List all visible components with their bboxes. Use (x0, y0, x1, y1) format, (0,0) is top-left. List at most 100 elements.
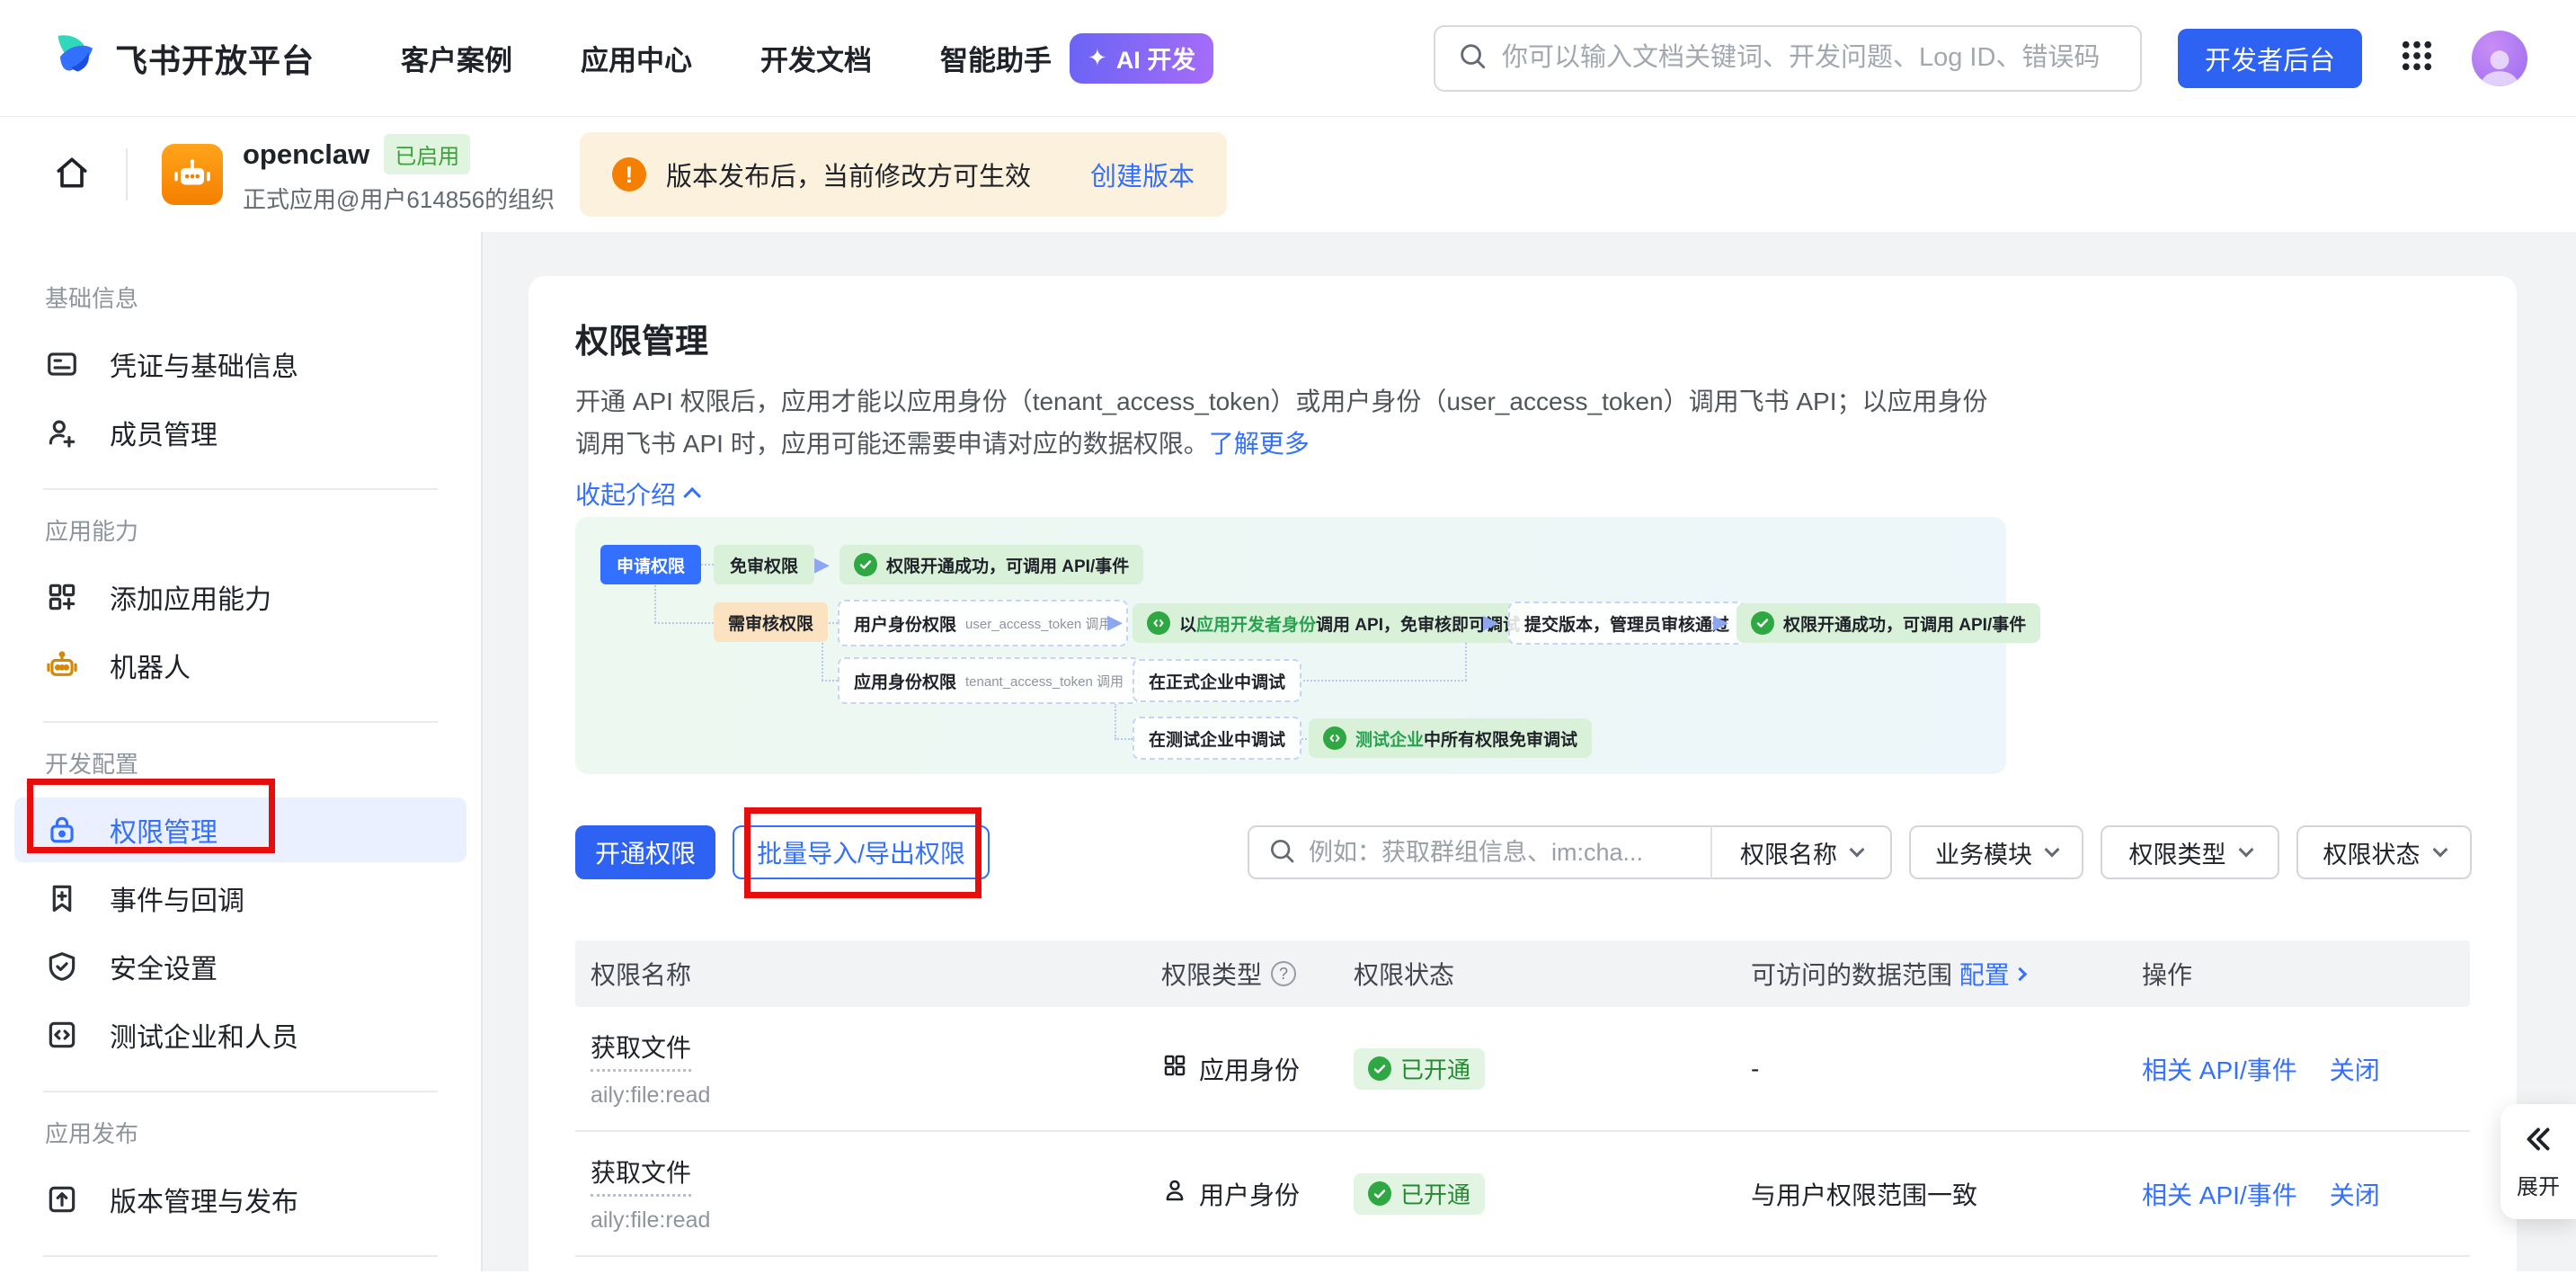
close-permission-link[interactable]: 关闭 (2330, 1051, 2380, 1087)
arrow-right-icon: ▶ (814, 555, 830, 575)
version-banner: ! 版本发布后，当前修改方可生效 创建版本 (580, 132, 1227, 217)
sidebar-item-label: 添加应用能力 (110, 577, 271, 617)
shield-check-icon (45, 949, 79, 984)
desc-line2: 调用飞书 API 时，应用可能还需要申请对应的数据权限。 (575, 430, 1209, 458)
filter-name-dropdown[interactable]: 权限名称 (1712, 835, 1890, 870)
check-circle-icon (1368, 1056, 1391, 1081)
sidebar-item-events[interactable]: 事件与回调 (14, 866, 466, 931)
chevron-down-icon (2045, 842, 2060, 858)
permission-name[interactable]: 获取文件 (591, 1029, 691, 1072)
filter-status-dropdown[interactable]: 权限状态 (2296, 825, 2472, 879)
col-data-scope: 可访问的数据范围 配置 (1751, 956, 2142, 992)
learn-more-link[interactable]: 了解更多 (1209, 430, 1310, 458)
permission-type-cell: 用户身份 (1161, 1176, 1354, 1212)
flow-apply-node: 申请权限 (600, 545, 701, 584)
related-api-link[interactable]: 相关 API/事件 (2142, 1051, 2297, 1087)
chevron-down-icon (1850, 842, 1865, 858)
group-app-release: 应用发布 (0, 1116, 481, 1149)
sidebar-item-credentials[interactable]: 凭证与基础信息 (14, 332, 466, 396)
app-identity-icon (1161, 1052, 1188, 1085)
flow-tenant-perm-note: tenant_access_token 调用 (965, 672, 1124, 691)
sidebar-item-version-release[interactable]: 版本管理与发布 (14, 1167, 466, 1232)
flow-user-perm-node: 用户身份权限 user_access_token 调用 (838, 600, 1128, 646)
page-description: 开通 API 权限后，应用才能以应用身份（tenant_access_token… (575, 380, 2085, 465)
divider (126, 148, 128, 200)
sidebar: 基础信息 凭证与基础信息 成员管理 应用能力 添加应用能力 (0, 232, 483, 1271)
col-permission-status: 权限状态 (1354, 956, 1751, 992)
brand[interactable]: 飞书开放平台 (49, 31, 315, 85)
permission-status-cell: 已开通 (1354, 1173, 1751, 1215)
table-header: 权限名称 权限类型 权限状态 可访问的数据范围 配置 操作 (575, 940, 2470, 1007)
open-permission-button[interactable]: 开通权限 (575, 825, 715, 879)
status-badge: 已开通 (1354, 1048, 1485, 1090)
developer-console-button[interactable]: 开发者后台 (2178, 29, 2362, 88)
flow-dev-debug-chip: 以应用开发者身份调用 API，免审核即可调试 (1133, 603, 1534, 643)
flow-user-perm-label: 用户身份权限 (854, 611, 956, 636)
status-badge-enabled: 已启用 (384, 134, 470, 174)
annotation-rect-permission-menu (27, 779, 275, 853)
scope-config-link[interactable]: 配置 (1959, 956, 2010, 992)
desc-line1: 开通 API 权限后，应用才能以应用身份（tenant_access_token… (575, 388, 1988, 415)
nav-item-appcenter[interactable]: 应用中心 (581, 38, 692, 78)
permission-name-cell: 获取文件 aily:file:read (575, 1029, 1161, 1109)
nav-item-cases[interactable]: 客户案例 (401, 38, 512, 78)
home-icon[interactable] (52, 153, 92, 197)
help-icon[interactable] (1271, 961, 1296, 986)
check-circle-icon (854, 553, 877, 576)
sidebar-item-add-capability[interactable]: 添加应用能力 (14, 565, 466, 629)
global-search-box[interactable] (1434, 25, 2142, 92)
permission-type: 应用身份 (1199, 1051, 1300, 1087)
search-icon (1267, 836, 1296, 869)
divider (43, 721, 438, 723)
chevron-up-icon (683, 487, 701, 505)
collapse-intro-link[interactable]: 收起介绍 (575, 476, 701, 512)
sidebar-item-bot[interactable]: 机器人 (14, 633, 466, 698)
sidebar-item-security[interactable]: 安全设置 (14, 934, 466, 999)
col-actions: 操作 (2142, 956, 2470, 992)
collapse-intro-label: 收起介绍 (575, 476, 676, 512)
divider (43, 1255, 438, 1257)
chevron-down-icon (2238, 842, 2253, 858)
sidebar-item-label: 版本管理与发布 (110, 1180, 298, 1219)
user-identity-icon (1161, 1177, 1188, 1210)
sidebar-item-test-enterprise[interactable]: 测试企业和人员 (14, 1002, 466, 1067)
flow-success-chip-b: 权限开通成功，可调用 API/事件 (1737, 603, 2040, 643)
nav-item-docs[interactable]: 开发文档 (760, 38, 872, 78)
related-api-link[interactable]: 相关 API/事件 (2142, 1176, 2297, 1212)
create-version-link[interactable]: 创建版本 (1090, 156, 1195, 193)
permission-search-input[interactable] (1309, 839, 1692, 867)
sidebar-item-label: 成员管理 (110, 413, 218, 452)
permission-name[interactable]: 获取文件 (591, 1154, 691, 1197)
permission-table: 权限名称 权限类型 权限状态 可访问的数据范围 配置 操作 获取文件 aily:… (575, 940, 2470, 1257)
flow-success-chip-a: 权限开通成功，可调用 API/事件 (839, 545, 1143, 584)
permission-search-box[interactable] (1249, 836, 1710, 869)
group-dev-config: 开发配置 (0, 746, 481, 780)
flow-test-chip: 测试企业中所有权限免审调试 (1309, 718, 1592, 758)
filter-status-label: 权限状态 (2323, 835, 2421, 870)
nav-items: 客户案例 应用中心 开发文档 智能助手 AI 开发 (401, 33, 1213, 84)
debug-circle-icon (1323, 726, 1346, 750)
connector (1300, 680, 1467, 682)
connector (654, 585, 656, 623)
filter-type-dropdown[interactable]: 权限类型 (2101, 825, 2279, 879)
global-search-input[interactable] (1502, 43, 2119, 73)
apps-grid-icon[interactable] (2398, 37, 2436, 79)
connector (654, 622, 714, 624)
connector (1115, 738, 1133, 740)
flow-submit-node: 提交版本，管理员审核通过 (1508, 601, 1745, 645)
permission-card: 权限管理 开通 API 权限后，应用才能以应用身份（tenant_access_… (529, 276, 2517, 1283)
code-square-icon (45, 1018, 79, 1052)
top-nav: 飞书开放平台 客户案例 应用中心 开发文档 智能助手 AI 开发 开发者后台 (0, 0, 2576, 117)
filter-module-dropdown[interactable]: 业务模块 (1909, 825, 2083, 879)
upload-square-icon (45, 1182, 79, 1216)
close-permission-link[interactable]: 关闭 (2330, 1176, 2380, 1212)
user-avatar[interactable] (2472, 31, 2527, 86)
flow-user-perm-note: user_access_token 调用 (965, 614, 1112, 633)
sidebar-item-members[interactable]: 成员管理 (14, 400, 466, 465)
permission-type-cell: 应用身份 (1161, 1051, 1354, 1087)
expand-panel-button[interactable]: 展开 (2500, 1104, 2576, 1219)
ai-dev-badge[interactable]: AI 开发 (1070, 33, 1213, 84)
bookmark-plus-icon (45, 881, 79, 915)
nav-item-assistant[interactable]: 智能助手 (940, 38, 1052, 78)
flow-formal-debug-node: 在正式企业中调试 (1133, 659, 1301, 702)
